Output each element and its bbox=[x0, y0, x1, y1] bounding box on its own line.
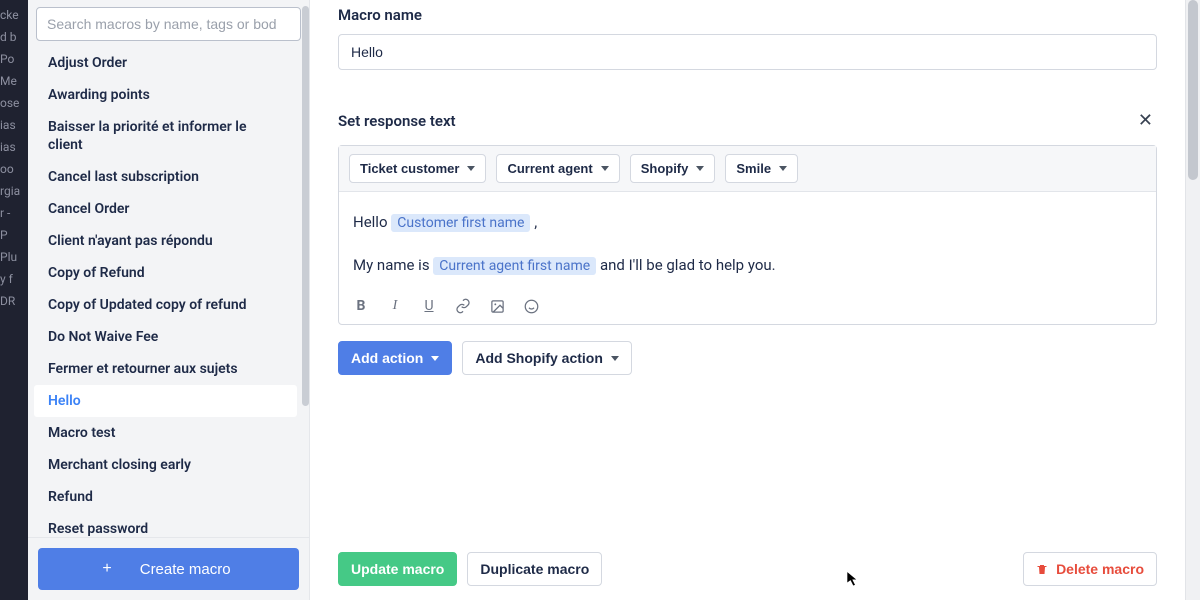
sidebar-item[interactable]: Cancel Order bbox=[34, 193, 297, 225]
chevron-down-icon bbox=[431, 356, 439, 361]
sidebar-item[interactable]: Baisser la priorité et informer le clien… bbox=[34, 111, 297, 161]
close-icon[interactable]: ✕ bbox=[1134, 106, 1157, 135]
plus-icon: + bbox=[102, 560, 111, 578]
italic-icon[interactable]: I bbox=[387, 298, 403, 314]
chevron-down-icon bbox=[467, 166, 475, 171]
chevron-down-icon bbox=[601, 166, 609, 171]
var-current-agent-button[interactable]: Current agent bbox=[496, 154, 619, 183]
sidebar-item[interactable]: Copy of Updated copy of refund bbox=[34, 289, 297, 321]
chevron-down-icon bbox=[611, 356, 619, 361]
chip-customer-first-name[interactable]: Customer first name bbox=[391, 214, 530, 232]
macro-name-label: Macro name bbox=[338, 6, 1157, 24]
sidebar-item-selected[interactable]: Hello bbox=[34, 385, 297, 417]
link-icon[interactable] bbox=[455, 298, 471, 314]
sidebar-item[interactable]: Reset password bbox=[34, 513, 297, 537]
macro-name-input[interactable] bbox=[338, 34, 1157, 70]
scrollbar-thumb[interactable] bbox=[1188, 0, 1198, 180]
create-macro-label: Create macro bbox=[140, 561, 231, 578]
response-text-label: Set response text bbox=[338, 112, 456, 130]
background-strip: cked b PoMe oseiasias oorgiar - PPluy f … bbox=[0, 0, 28, 600]
add-action-button[interactable]: Add action bbox=[338, 341, 452, 375]
page-scrollbar[interactable] bbox=[1185, 0, 1200, 600]
sidebar-item[interactable]: Merchant closing early bbox=[34, 449, 297, 481]
sidebar-item[interactable]: Do Not Waive Fee bbox=[34, 321, 297, 353]
main-panel: Macro name Set response text ✕ Ticket cu… bbox=[310, 0, 1185, 600]
editor-toolbar: B I U bbox=[339, 292, 1156, 324]
sidebar-item[interactable]: Macro test bbox=[34, 417, 297, 449]
editor-body[interactable]: Hello Customer first name , My name is C… bbox=[339, 192, 1156, 292]
underline-icon[interactable]: U bbox=[421, 298, 437, 314]
add-shopify-action-button[interactable]: Add Shopify action bbox=[462, 341, 632, 375]
sidebar: Adjust Order Awarding points Baisser la … bbox=[28, 0, 310, 600]
bold-icon[interactable]: B bbox=[353, 298, 369, 314]
chip-agent-first-name[interactable]: Current agent first name bbox=[433, 257, 596, 275]
chevron-down-icon bbox=[696, 166, 704, 171]
sidebar-item[interactable]: Refund bbox=[34, 481, 297, 513]
trash-icon bbox=[1036, 562, 1048, 576]
delete-macro-button[interactable]: Delete macro bbox=[1023, 552, 1157, 586]
sidebar-item[interactable]: Copy of Refund bbox=[34, 257, 297, 289]
sidebar-item[interactable]: Client n'ayant pas répondu bbox=[34, 225, 297, 257]
emoji-icon[interactable] bbox=[523, 298, 539, 314]
var-ticket-customer-button[interactable]: Ticket customer bbox=[349, 154, 486, 183]
var-shopify-button[interactable]: Shopify bbox=[630, 154, 716, 183]
macro-list[interactable]: Adjust Order Awarding points Baisser la … bbox=[28, 47, 309, 537]
duplicate-macro-button[interactable]: Duplicate macro bbox=[467, 552, 602, 586]
response-editor: Ticket customer Current agent Shopify Sm… bbox=[338, 145, 1157, 325]
chevron-down-icon bbox=[779, 166, 787, 171]
create-macro-button[interactable]: + Create macro bbox=[38, 548, 299, 590]
variable-row: Ticket customer Current agent Shopify Sm… bbox=[339, 146, 1156, 192]
image-icon[interactable] bbox=[489, 298, 505, 314]
sidebar-item[interactable]: Fermer et retourner aux sujets bbox=[34, 353, 297, 385]
sidebar-scrollbar[interactable] bbox=[302, 6, 309, 406]
search-input[interactable] bbox=[36, 7, 301, 41]
sidebar-item[interactable]: Awarding points bbox=[34, 79, 297, 111]
sidebar-item[interactable]: Adjust Order bbox=[34, 47, 297, 79]
sidebar-item[interactable]: Cancel last subscription bbox=[34, 161, 297, 193]
var-smile-button[interactable]: Smile bbox=[725, 154, 798, 183]
update-macro-button[interactable]: Update macro bbox=[338, 552, 457, 586]
